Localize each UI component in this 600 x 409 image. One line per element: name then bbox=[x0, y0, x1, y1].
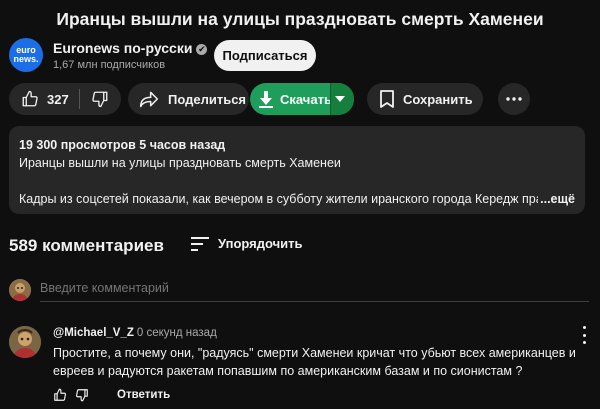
sort-button[interactable]: Упорядочить bbox=[191, 236, 303, 251]
show-more-link[interactable]: ...ещё bbox=[538, 190, 575, 208]
comment-author[interactable]: @Michael_V_Z bbox=[53, 327, 134, 339]
comment-text: Простите, а почему они, "радуясь" смерти… bbox=[53, 346, 576, 378]
commenter-avatar[interactable] bbox=[9, 326, 41, 358]
commenter-avatar-image bbox=[9, 326, 41, 358]
reply-button[interactable]: Ответить bbox=[117, 389, 170, 401]
channel-row: euro news. Euronews по-русски ✔ 1,67 млн … bbox=[9, 38, 594, 76]
channel-name-text[interactable]: Euronews по-русски bbox=[53, 40, 192, 56]
like-dislike-group: 327 bbox=[9, 83, 121, 115]
description-title: Иранцы вышли на улицы праздновать смерть… bbox=[19, 156, 341, 170]
comment-count: 589 комментариев bbox=[9, 236, 164, 255]
kebab-dot bbox=[582, 341, 586, 344]
sort-icon bbox=[191, 236, 209, 251]
description-text: Кадры из соцсетей показали, как вечером … bbox=[19, 192, 563, 206]
comment-time[interactable]: 0 секунд назад bbox=[137, 327, 217, 339]
save-button[interactable]: Сохранить bbox=[367, 83, 483, 115]
download-label: Скачать bbox=[280, 91, 332, 107]
thumbs-up-icon bbox=[22, 90, 38, 107]
thumbs-down-icon bbox=[92, 91, 108, 108]
user-avatar-image bbox=[9, 279, 31, 301]
share-icon bbox=[139, 91, 159, 108]
description-preview: Кадры из соцсетей показали, как вечером … bbox=[19, 190, 575, 208]
video-title: Иранцы вышли на улицы праздновать смерть… bbox=[56, 9, 544, 29]
like-button[interactable]: 327 bbox=[9, 83, 79, 115]
description-box[interactable]: 19 300 просмотров 5 часов назад Иранцы в… bbox=[9, 126, 585, 214]
share-label: Поделиться bbox=[168, 91, 247, 107]
download-icon bbox=[259, 91, 273, 108]
comments-header: 589 комментариев Упорядочить bbox=[9, 234, 594, 258]
channel-avatar[interactable]: euro news. bbox=[9, 38, 43, 72]
kebab-dot bbox=[582, 333, 586, 337]
share-button[interactable]: Поделиться bbox=[128, 83, 249, 115]
verified-icon: ✔ bbox=[196, 44, 208, 55]
more-horizontal-icon bbox=[506, 97, 522, 101]
sort-label: Упорядочить bbox=[218, 236, 303, 251]
user-avatar bbox=[9, 279, 31, 301]
comment-item: @Michael_V_Z 0 секунд назад Простите, а п… bbox=[9, 324, 594, 409]
avatar-line2: news. bbox=[13, 54, 39, 64]
subscriber-count: 1,67 млн подписчиков bbox=[53, 59, 166, 71]
dislike-button[interactable] bbox=[80, 83, 120, 115]
thumbs-down-icon bbox=[75, 389, 88, 402]
more-actions-button[interactable] bbox=[498, 83, 530, 115]
view-count-date: 19 300 просмотров 5 часов назад bbox=[19, 138, 226, 152]
download-options-toggle[interactable] bbox=[330, 83, 354, 115]
comment-dislike-button[interactable] bbox=[75, 386, 97, 404]
chevron-down-icon bbox=[334, 96, 345, 102]
comment-author-line: @Michael_V_Z 0 секунд назад bbox=[53, 327, 217, 339]
kebab-dot bbox=[582, 326, 586, 329]
comment-menu-button[interactable] bbox=[579, 326, 589, 344]
comment-actions: Ответить bbox=[53, 386, 170, 404]
comment-input[interactable] bbox=[40, 281, 589, 302]
subscribe-button[interactable]: Подписаться bbox=[214, 40, 316, 71]
action-bar: 327 Поделиться Скачать Сохранить bbox=[9, 83, 594, 115]
channel-name[interactable]: Euronews по-русски ✔ bbox=[53, 40, 208, 56]
add-comment-row bbox=[9, 279, 589, 303]
bookmark-icon bbox=[380, 90, 394, 108]
thumbs-up-icon bbox=[54, 388, 67, 401]
save-label: Сохранить bbox=[403, 91, 473, 107]
like-count: 327 bbox=[47, 91, 69, 107]
download-button[interactable]: Скачать bbox=[250, 83, 354, 115]
comment-like-button[interactable] bbox=[53, 386, 75, 404]
